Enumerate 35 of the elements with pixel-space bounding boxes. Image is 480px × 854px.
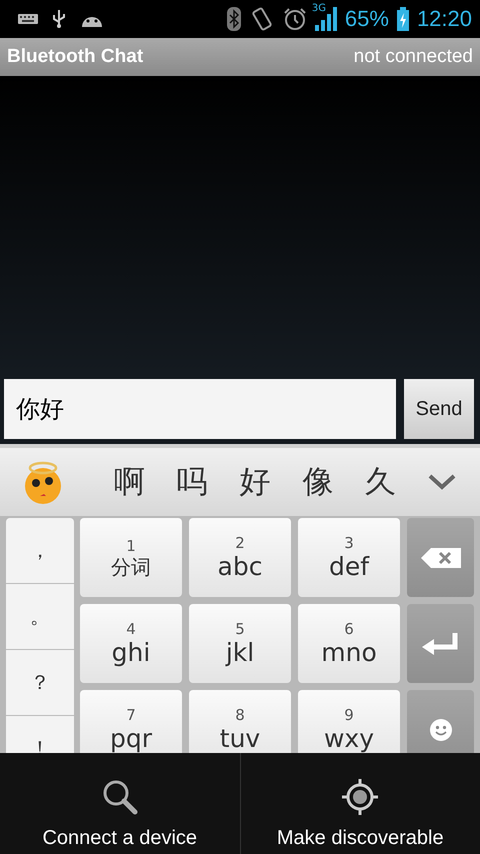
chevron-down-icon[interactable] [428, 474, 456, 490]
message-input[interactable]: 你好 [4, 379, 396, 439]
app-title: Bluetooth Chat [7, 46, 144, 68]
symbol-key[interactable]: ？ [6, 650, 74, 716]
target-icon [342, 779, 378, 815]
search-icon [102, 779, 138, 815]
battery-percent: 65% [344, 6, 389, 32]
enter-key[interactable] [407, 604, 474, 683]
candidate-word[interactable]: 吗 [176, 461, 208, 503]
letter-key[interactable]: 3 def [298, 518, 400, 597]
battery-charging-icon [396, 7, 409, 31]
usb-icon [52, 9, 66, 29]
backspace-icon [420, 548, 460, 568]
backspace-key[interactable] [407, 518, 474, 597]
candidate-word[interactable]: 好 [239, 461, 270, 503]
letter-key[interactable]: 6 mno [298, 604, 400, 683]
letter-key[interactable]: 1 分词 [80, 518, 182, 597]
enter-icon [422, 632, 460, 654]
letter-key[interactable]: 5 jkl [189, 604, 291, 683]
candidate-word[interactable]: 啊 [114, 461, 145, 503]
network-type-label: 3G [312, 3, 326, 14]
symbol-key[interactable]: ， [6, 518, 74, 584]
smiley-icon [430, 718, 452, 740]
candidate-word[interactable]: 像 [302, 461, 334, 503]
send-button[interactable]: Send [404, 379, 474, 439]
bluetooth-icon [226, 7, 241, 31]
candidate-word[interactable]: 久 [365, 461, 396, 503]
alarm-icon [282, 7, 307, 31]
clock: 12:20 [416, 6, 472, 32]
letter-key[interactable]: 2 abc [189, 518, 291, 597]
keyboard-icon [18, 14, 38, 24]
letter-key[interactable]: 4 ghi [80, 604, 182, 683]
menu-item[interactable]: Make discoverable [240, 753, 480, 854]
connection-status: not connected [354, 46, 473, 68]
symbol-key[interactable]: 。 [6, 584, 74, 650]
